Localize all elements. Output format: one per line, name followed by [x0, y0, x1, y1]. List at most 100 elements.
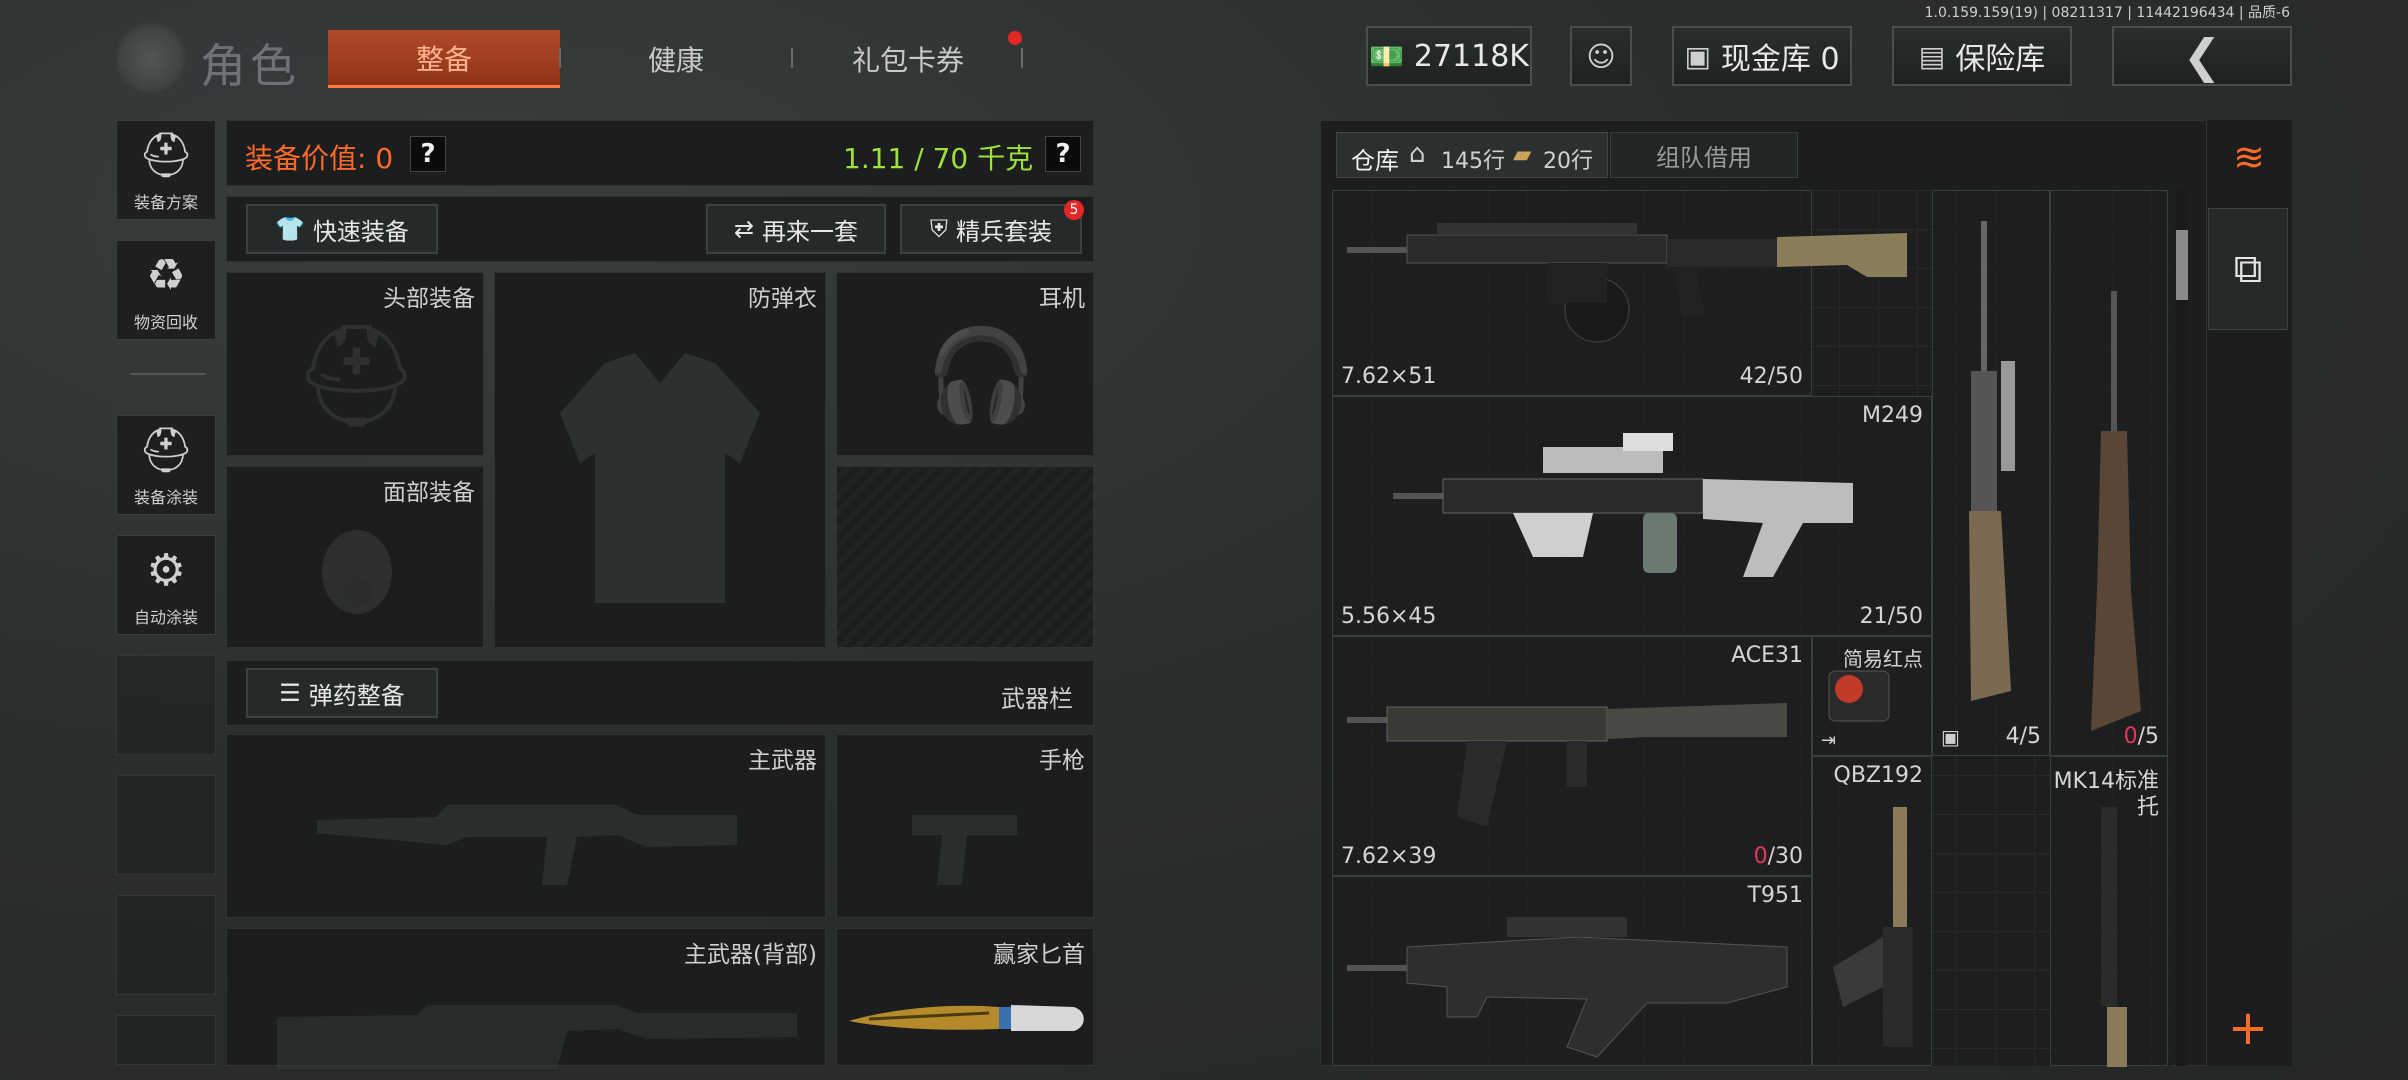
quick-equip-button[interactable]: 👕 快速装备 [246, 204, 438, 254]
weight-help-button[interactable]: ? [1045, 136, 1081, 172]
warehouse-item-mk14[interactable]: MK14标准 托 [2050, 756, 2168, 1067]
assault-rifle-drum-icon [1347, 223, 1907, 343]
sidebar-item-paint-armor[interactable]: ⛑ 装备涂装 [116, 415, 216, 515]
item-ammo-count: 21/50 [1859, 604, 1923, 629]
equip-again-button[interactable]: ⇄ 再来一套 [706, 204, 886, 254]
banknote-icon: 💵 [1369, 39, 1404, 73]
paint-armor-icon: ⛑ [138, 425, 194, 476]
item-caliber: 5.56×45 [1341, 604, 1437, 629]
weight-display: 1.11 / 70 千克 [843, 142, 1034, 175]
warehouse-item-scoped-rifle[interactable]: 4/5 ▣ [1932, 190, 2050, 756]
gas-mask-icon [322, 530, 392, 614]
slot-label: 主武器(背部) [684, 942, 817, 968]
cash-vault-button[interactable]: ▣ 现金库 0 [1672, 26, 1852, 86]
headset-slot[interactable]: 耳机 🎧 [836, 272, 1094, 456]
tab-label: 健康 [647, 44, 704, 77]
warehouse-item-qbz192[interactable]: QBZ192 [1812, 756, 1932, 1066]
quick-equip-label: 快速装备 [312, 217, 409, 246]
vault-icon: ▣ [1684, 39, 1711, 73]
agent-icon: ☺ [1586, 39, 1616, 73]
tab-label: 整备 [415, 42, 472, 76]
sniper-rifle-icon [1969, 221, 2015, 701]
pistol-silhouette-icon [912, 815, 1017, 885]
warehouse-item-ace31[interactable]: ACE31 7.62×39 0/30 [1332, 636, 1812, 876]
item-name: ACE31 [1731, 643, 1803, 668]
body-armor-slot[interactable]: 防弹衣 [494, 272, 826, 648]
warehouse-scrollbar[interactable] [2176, 190, 2188, 1066]
shirt-icon: 👕 [275, 215, 305, 243]
warehouse-item-m249[interactable]: M249 5.56×45 21/50 [1332, 396, 1932, 636]
slot-label: 防弹衣 [748, 286, 817, 312]
house-icon: ⌂ [1409, 139, 1426, 169]
safe-box-button[interactable]: ▤ 保险库 [1892, 26, 2072, 86]
face-gear-slot[interactable]: 面部装备 [226, 466, 484, 648]
sidebar-item-equipment-plan[interactable]: ⛑ 装备方案 [116, 120, 216, 220]
sidebar-item-recycle[interactable]: ♻ 物资回收 [116, 240, 216, 340]
slot-label: 耳机 [1039, 286, 1085, 312]
import-layers-button[interactable]: ⧉ [2208, 208, 2288, 330]
character-emblem-icon [115, 22, 187, 94]
rifle-silhouette-icon [317, 805, 737, 885]
primary-weapon-slot[interactable]: 主武器 [226, 734, 826, 918]
warehouse-item-t951[interactable]: T951 [1332, 876, 1812, 1066]
ammo-icon: ☰ [279, 679, 301, 707]
sidebar-item-auto-paint[interactable]: ⚙ 自动涂装 [116, 535, 216, 635]
warehouse-item-762-ammo-rifle[interactable]: 7.62×51 42/50 [1332, 190, 1907, 396]
warehouse-item-red-dot-sight[interactable]: 简易红点 ⇥ [1812, 636, 1932, 756]
elite-set-badge: 5 [1064, 200, 1084, 220]
rifle-silhouette-icon [277, 1005, 797, 1069]
slot-label: 面部装备 [383, 480, 475, 506]
slot-label: 手枪 [1039, 748, 1085, 774]
tab-equipment[interactable]: 整备 [328, 30, 560, 88]
slot-label: 头部装备 [383, 286, 475, 312]
qbz192-rifle-icon [1833, 807, 1913, 1047]
headset-icon: 🎧 [925, 323, 1038, 428]
slot-label: 赢家匕首 [993, 942, 1085, 968]
sort-layers-button[interactable]: ≋ [2212, 122, 2286, 192]
wood-rifle-icon [2091, 291, 2141, 731]
currency-amount: 27118K [1413, 38, 1529, 74]
recycle-icon: ♻ [146, 250, 186, 301]
support-agent-button[interactable]: ☺ [1570, 26, 1632, 86]
tab-warehouse[interactable]: 仓库 ⌂ 145行 ▰ 20行 [1336, 132, 1608, 178]
ammo-max: /30 [1767, 844, 1803, 869]
m249-lmg-icon [1393, 433, 1853, 577]
tab-health[interactable]: 健康 [560, 30, 792, 88]
helmet-plan-icon: ⛑ [138, 130, 194, 181]
detach-icon: ⇥ [1821, 730, 1837, 751]
slot-label: 主武器 [748, 748, 817, 774]
expand-warehouse-button[interactable]: + [2208, 990, 2288, 1066]
shield-icon: ⛨ [930, 215, 948, 243]
safe-icon: ▤ [1918, 39, 1946, 73]
ammo-zero: 0 [2123, 724, 2138, 749]
warehouse-rows-count: 145行 [1441, 149, 1505, 174]
extra-rows-count: 20行 [1543, 149, 1593, 174]
head-gear-slot[interactable]: 头部装备 ⛑ [226, 272, 484, 456]
melee-slot[interactable]: 赢家匕首 [836, 928, 1094, 1066]
vest-icon [560, 353, 760, 603]
plus-icon: + [2227, 1000, 2269, 1056]
elite-set-button[interactable]: ⛨ 精兵套装 [900, 204, 1082, 254]
item-name: M249 [1862, 403, 1923, 428]
equipment-value: 装备价值: 0 [245, 142, 394, 175]
warehouse-item-wood-rifle[interactable]: 0/5 [2050, 190, 2168, 756]
currency-display[interactable]: 💵 27118K [1366, 26, 1532, 86]
layers-download-icon: ⧉ [2233, 246, 2263, 292]
primary-weapon-back-slot[interactable]: 主武器(背部) [226, 928, 826, 1069]
tab-separator [1021, 48, 1023, 68]
tab-team-borrow[interactable]: 组队借用 [1610, 132, 1798, 178]
ammo-prep-button[interactable]: ☰ 弹药整备 [246, 668, 438, 718]
sidebar-item-label: 物资回收 [133, 313, 198, 332]
item-name: QBZ192 [1833, 763, 1923, 788]
page-title: 角色 [200, 39, 300, 93]
equipment-value-help-button[interactable]: ? [410, 136, 446, 172]
helmet-icon: ⛑ [293, 317, 420, 434]
refresh-icon: ⇄ [733, 215, 755, 243]
tab-gift-vouchers[interactable]: 礼包卡券 [792, 30, 1024, 88]
layers-refresh-icon: ≋ [2233, 135, 2265, 179]
sidebar-empty-slot [116, 655, 216, 755]
back-button[interactable]: ❮ [2112, 26, 2292, 86]
pistol-slot[interactable]: 手枪 [836, 734, 1094, 918]
item-ammo-count: 42/50 [1739, 364, 1803, 389]
warehouse-scroll-thumb[interactable] [2176, 230, 2188, 300]
